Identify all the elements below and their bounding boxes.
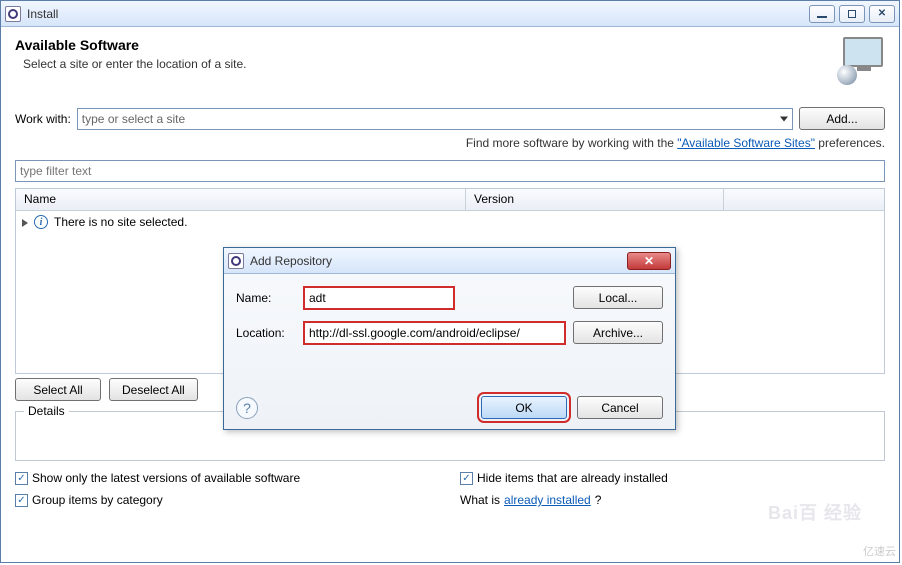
dialog-buttons: OK Cancel	[481, 396, 663, 419]
close-button[interactable]: ✕	[869, 5, 895, 23]
page-title: Available Software	[15, 37, 837, 53]
name-field-wrap: adt	[304, 287, 565, 309]
filter-input[interactable]	[15, 160, 885, 182]
check-latest-versions[interactable]: ✓ Show only the latest versions of avail…	[15, 471, 440, 485]
col-version[interactable]: Version	[466, 189, 724, 210]
window-controls: ✕	[809, 5, 895, 23]
cancel-button[interactable]: Cancel	[577, 396, 663, 419]
add-site-button[interactable]: Add...	[799, 107, 885, 130]
empty-message: There is no site selected.	[54, 215, 187, 229]
hint-prefix: Find more software by working with the	[466, 136, 677, 150]
table-header: Name Version	[16, 189, 884, 211]
location-input[interactable]: http://dl-ssl.google.com/android/eclipse…	[304, 322, 565, 344]
maximize-button[interactable]	[839, 5, 865, 23]
location-label: Location:	[236, 326, 296, 340]
check-label: Hide items that are already installed	[477, 471, 668, 485]
local-button[interactable]: Local...	[573, 286, 663, 309]
window-title: Install	[27, 7, 809, 21]
tree-expand-icon[interactable]	[22, 219, 28, 227]
checkbox-icon: ✓	[15, 494, 28, 507]
dialog-title: Add Repository	[250, 254, 627, 268]
page-subtitle: Select a site or enter the location of a…	[23, 57, 837, 71]
hint-suffix: preferences.	[815, 136, 885, 150]
options-grid: ✓ Show only the latest versions of avail…	[1, 461, 899, 517]
checkbox-icon: ✓	[460, 472, 473, 485]
titlebar: Install ✕	[1, 1, 899, 27]
work-with-label: Work with:	[15, 112, 71, 126]
check-hide-installed[interactable]: ✓ Hide items that are already installed	[460, 471, 885, 485]
name-input[interactable]: adt	[304, 287, 454, 309]
hint-row: Find more software by working with the "…	[1, 130, 899, 160]
already-installed-row: What is already installed ?	[460, 493, 885, 507]
header: Available Software Select a site or ente…	[1, 27, 899, 99]
install-graphic	[837, 37, 885, 85]
deselect-all-button[interactable]: Deselect All	[109, 378, 198, 401]
checkbox-icon: ✓	[15, 472, 28, 485]
dialog-titlebar: Add Repository ✕	[224, 248, 675, 274]
col-spacer	[724, 189, 884, 210]
name-label: Name:	[236, 291, 296, 305]
work-with-combo[interactable]: type or select a site	[77, 108, 793, 130]
ok-button[interactable]: OK	[481, 396, 567, 419]
dialog-close-button[interactable]: ✕	[627, 252, 671, 270]
already-installed-link[interactable]: already installed	[504, 493, 591, 507]
eclipse-icon	[228, 253, 244, 269]
eclipse-icon	[5, 6, 21, 22]
select-all-button[interactable]: Select All	[15, 378, 101, 401]
dialog-body: Name: adt Local... Location: http://dl-s…	[224, 274, 675, 344]
check-label: Group items by category	[32, 493, 163, 507]
minimize-button[interactable]	[809, 5, 835, 23]
work-with-placeholder: type or select a site	[82, 112, 185, 126]
check-group-category[interactable]: ✓ Group items by category	[15, 493, 440, 507]
yisu-watermark: 亿速云	[863, 543, 896, 559]
col-name[interactable]: Name	[16, 189, 466, 210]
chevron-down-icon	[780, 116, 788, 121]
archive-button[interactable]: Archive...	[573, 321, 663, 344]
available-sites-link[interactable]: "Available Software Sites"	[677, 136, 815, 150]
check-label: Show only the latest versions of availab…	[32, 471, 300, 485]
add-repository-dialog: Add Repository ✕ Name: adt Local... Loca…	[223, 247, 676, 430]
text-prefix: What is	[460, 493, 500, 507]
details-legend: Details	[24, 404, 69, 418]
work-with-row: Work with: type or select a site Add...	[1, 99, 899, 130]
text-suffix: ?	[595, 493, 602, 507]
info-icon: i	[34, 215, 48, 229]
help-icon[interactable]: ?	[236, 397, 258, 419]
